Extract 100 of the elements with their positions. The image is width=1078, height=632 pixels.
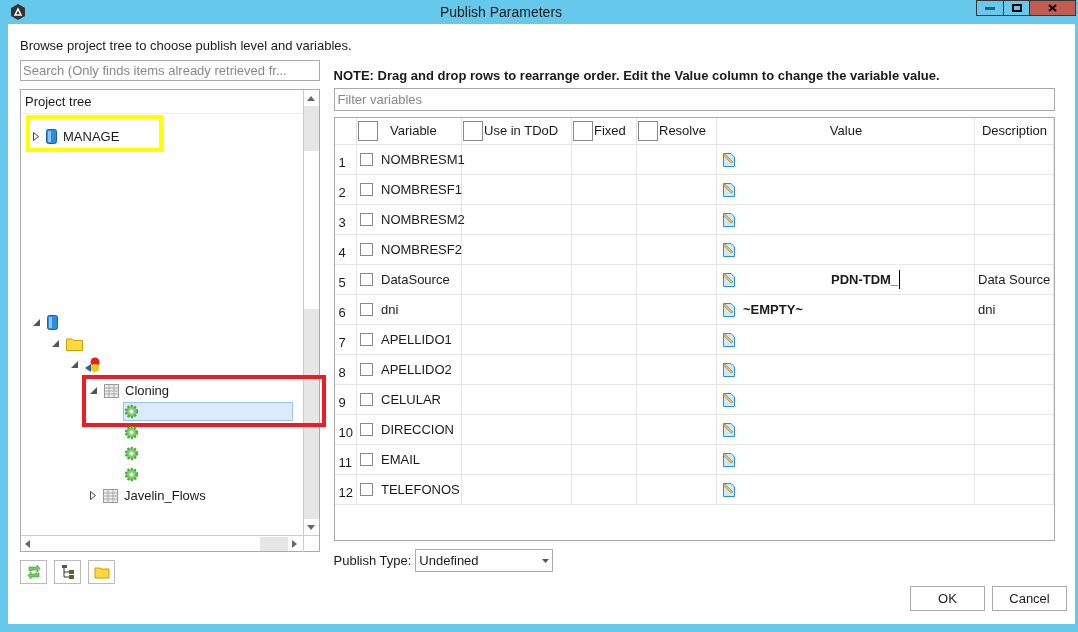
scroll-thumb[interactable]	[259, 536, 288, 551]
row-number: 2	[338, 183, 346, 202]
edit-icon[interactable]	[721, 241, 737, 258]
checkbox[interactable]	[638, 121, 658, 141]
description-text: Data Source	[978, 271, 1051, 287]
variable-name: NOMBRESF1	[381, 180, 462, 199]
edit-icon[interactable]	[721, 451, 737, 468]
checkbox[interactable]	[360, 303, 373, 316]
vertical-scrollbar[interactable]	[302, 90, 319, 535]
variable-name: NOMBRESM2	[381, 210, 465, 229]
variable-name: NOMBRESM1	[381, 150, 465, 169]
publish-type-dropdown[interactable]: Undefined	[415, 549, 554, 572]
note-text: NOTE: Drag and drop rows to rearrange order. Edit the Value column to change the variable value.	[333, 67, 941, 85]
edit-icon[interactable]	[721, 211, 737, 228]
checkbox[interactable]	[360, 453, 373, 466]
scroll-right-icon[interactable]	[291, 539, 297, 548]
tree-item[interactable]: MANAGE	[45, 127, 123, 146]
folder-button[interactable]	[88, 560, 115, 584]
edit-icon[interactable]	[721, 181, 737, 198]
close-icon	[1048, 4, 1057, 12]
refresh-icon	[25, 564, 42, 580]
tree-item[interactable]: Cloning	[103, 381, 173, 400]
database-icon	[46, 129, 57, 144]
project-icon	[85, 356, 102, 373]
publish-type-label: Publish Type:	[333, 551, 412, 570]
edit-icon[interactable]	[721, 271, 737, 288]
row-number: 12	[338, 483, 353, 502]
refresh-button[interactable]	[20, 560, 47, 584]
collapsed-arrow-icon[interactable]	[33, 132, 39, 141]
scroll-left-icon[interactable]	[25, 539, 30, 548]
folder-icon	[66, 336, 83, 351]
edit-icon[interactable]	[721, 301, 737, 318]
scroll-thumb[interactable]	[303, 106, 319, 151]
filter-field[interactable]: Filter variables	[333, 88, 1055, 111]
row-number: 6	[338, 303, 346, 322]
cancel-button[interactable]: Cancel	[992, 586, 1067, 611]
folder-icon	[93, 565, 110, 579]
column-header[interactable]: Value	[829, 121, 863, 141]
ok-button[interactable]: OK	[910, 586, 985, 611]
checkbox[interactable]	[358, 121, 378, 141]
checkbox[interactable]	[360, 183, 373, 196]
expanded-arrow-icon[interactable]	[90, 387, 97, 394]
expanded-arrow-icon[interactable]	[52, 340, 59, 347]
row-number: 9	[338, 393, 346, 412]
checkbox[interactable]	[360, 153, 373, 166]
checkbox[interactable]	[360, 213, 373, 226]
collapsed-arrow-icon[interactable]	[90, 491, 96, 500]
edit-icon[interactable]	[721, 151, 737, 168]
variable-name: APELLIDO1	[381, 330, 452, 349]
row-number: 10	[338, 423, 353, 442]
table-icon	[103, 488, 118, 503]
value-text[interactable]: PDN-TDM_	[831, 269, 901, 290]
row-number: 7	[338, 333, 346, 352]
gear-icon	[124, 446, 139, 461]
horizontal-scrollbar[interactable]	[21, 535, 319, 551]
row-number: 1	[338, 153, 346, 172]
tree-item[interactable]	[46, 313, 61, 332]
search-field[interactable]: Search (Only finds items already retrieved fr...	[20, 60, 320, 81]
window-title: Publish Parameters	[438, 2, 564, 22]
variable-name: APELLIDO2	[381, 360, 452, 379]
variable-name: DataSource	[381, 270, 450, 289]
edit-icon[interactable]	[721, 421, 737, 438]
checkbox[interactable]	[360, 333, 373, 346]
checkbox[interactable]	[360, 243, 373, 256]
edit-icon[interactable]	[721, 481, 737, 498]
description-text: dni	[978, 301, 996, 317]
checkbox[interactable]	[360, 483, 373, 496]
close-button[interactable]	[1030, 0, 1076, 16]
minimize-button[interactable]	[976, 0, 1004, 16]
edit-icon[interactable]	[721, 391, 737, 408]
database-icon	[47, 315, 58, 330]
app-logo-icon	[10, 4, 26, 20]
edit-icon[interactable]	[721, 361, 737, 378]
checkbox[interactable]	[360, 423, 373, 436]
checkbox[interactable]	[360, 273, 373, 286]
row-number: 3	[338, 213, 346, 232]
variable-name: DIRECCION	[381, 420, 454, 439]
checkbox[interactable]	[360, 363, 373, 376]
checkbox[interactable]	[573, 121, 593, 141]
gear-icon	[124, 467, 139, 482]
variable-name: EMAIL	[381, 450, 420, 469]
variable-name: NOMBRESF2	[381, 240, 462, 259]
dropdown-caret-icon	[542, 558, 550, 563]
row-number: 4	[338, 243, 346, 262]
scroll-thumb[interactable]	[303, 309, 319, 519]
gear-icon	[124, 425, 139, 440]
tree-item[interactable]: Javelin_Flows	[102, 486, 209, 505]
variable-name: TELEFONOS	[381, 480, 460, 499]
edit-icon[interactable]	[721, 331, 737, 348]
gear-icon	[124, 404, 139, 419]
variable-name: dni	[381, 300, 399, 319]
checkbox[interactable]	[360, 393, 373, 406]
value-text[interactable]: ~EMPTY~	[743, 299, 803, 320]
table-icon	[104, 383, 119, 398]
variable-name: CELULAR	[381, 390, 441, 409]
expanded-arrow-icon[interactable]	[33, 319, 40, 326]
row-number: 11	[338, 453, 352, 472]
tree-structure-button[interactable]	[54, 560, 81, 584]
expanded-arrow-icon[interactable]	[71, 361, 78, 368]
checkbox[interactable]	[463, 121, 483, 141]
